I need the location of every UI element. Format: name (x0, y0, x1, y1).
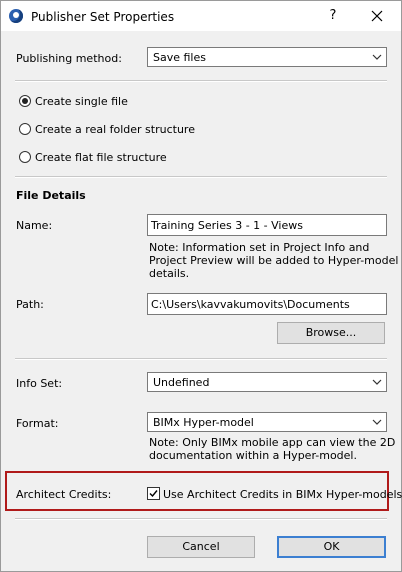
info-set-label: Info Set: (16, 377, 63, 390)
publishing-method-label: Publishing method: (16, 52, 122, 65)
architect-credits-label: Architect Credits: (16, 488, 112, 501)
chevron-down-icon (372, 54, 382, 60)
name-note-line: details. (149, 267, 190, 280)
file-details-heading: File Details (16, 189, 86, 202)
chevron-down-icon (372, 379, 382, 385)
title-bar: Publisher Set Properties ? (1, 1, 401, 31)
name-note: Note: Information set in Project Info an… (149, 241, 398, 280)
checkmark-icon (149, 490, 158, 498)
format-note-line: Note: Only BIMx mobile app can view the … (149, 436, 396, 449)
name-note-line: Project Preview will be added to Hyper-m… (149, 254, 399, 267)
cancel-button[interactable]: Cancel (147, 536, 255, 558)
format-select[interactable]: BIMx Hyper-model (147, 412, 387, 432)
format-note-line: documentation within a Hyper-model. (149, 449, 357, 462)
architect-credits-checkbox-label[interactable]: Use Architect Credits in BIMx Hyper-mode… (163, 488, 402, 501)
divider (15, 358, 387, 360)
format-label: Format: (16, 417, 59, 430)
name-note-line: Note: Information set in Project Info an… (149, 241, 370, 254)
radio-create-single-file[interactable] (19, 95, 31, 107)
radio-create-real-folder-structure[interactable] (19, 123, 31, 135)
path-label: Path: (16, 298, 44, 311)
publishing-method-select[interactable]: Save files (147, 47, 387, 67)
format-value: BIMx Hyper-model (153, 416, 254, 429)
info-set-select[interactable]: Undefined (147, 372, 387, 392)
option-label-single-file: Create single file (35, 95, 128, 108)
architect-credits-checkbox[interactable] (147, 487, 160, 500)
divider (15, 80, 387, 82)
name-input[interactable]: Training Series 3 - 1 - Views (147, 214, 387, 236)
chevron-down-icon (372, 419, 382, 425)
info-set-value: Undefined (153, 376, 210, 389)
dialog-window: Publisher Set Properties ? Publishing me… (0, 0, 402, 572)
option-label-flat-file: Create flat file structure (35, 151, 167, 164)
publishing-method-value: Save files (153, 51, 206, 64)
name-value: Training Series 3 - 1 - Views (151, 219, 303, 232)
help-button[interactable]: ? (323, 6, 343, 26)
ok-button[interactable]: OK (277, 536, 386, 558)
radio-create-flat-file-structure[interactable] (19, 151, 31, 163)
browse-button[interactable]: Browse... (277, 322, 385, 344)
path-input[interactable]: C:\Users\kavvakumovits\Documents (147, 293, 387, 315)
close-button[interactable] (367, 6, 387, 26)
option-label-real-folder: Create a real folder structure (35, 123, 195, 136)
format-note: Note: Only BIMx mobile app can view the … (149, 436, 395, 462)
divider (15, 518, 387, 520)
archicad-app-icon (9, 9, 23, 23)
window-title: Publisher Set Properties (31, 10, 175, 24)
path-value: C:\Users\kavvakumovits\Documents (151, 298, 350, 311)
close-icon (371, 10, 383, 22)
name-label: Name: (16, 219, 53, 232)
divider (15, 176, 387, 178)
